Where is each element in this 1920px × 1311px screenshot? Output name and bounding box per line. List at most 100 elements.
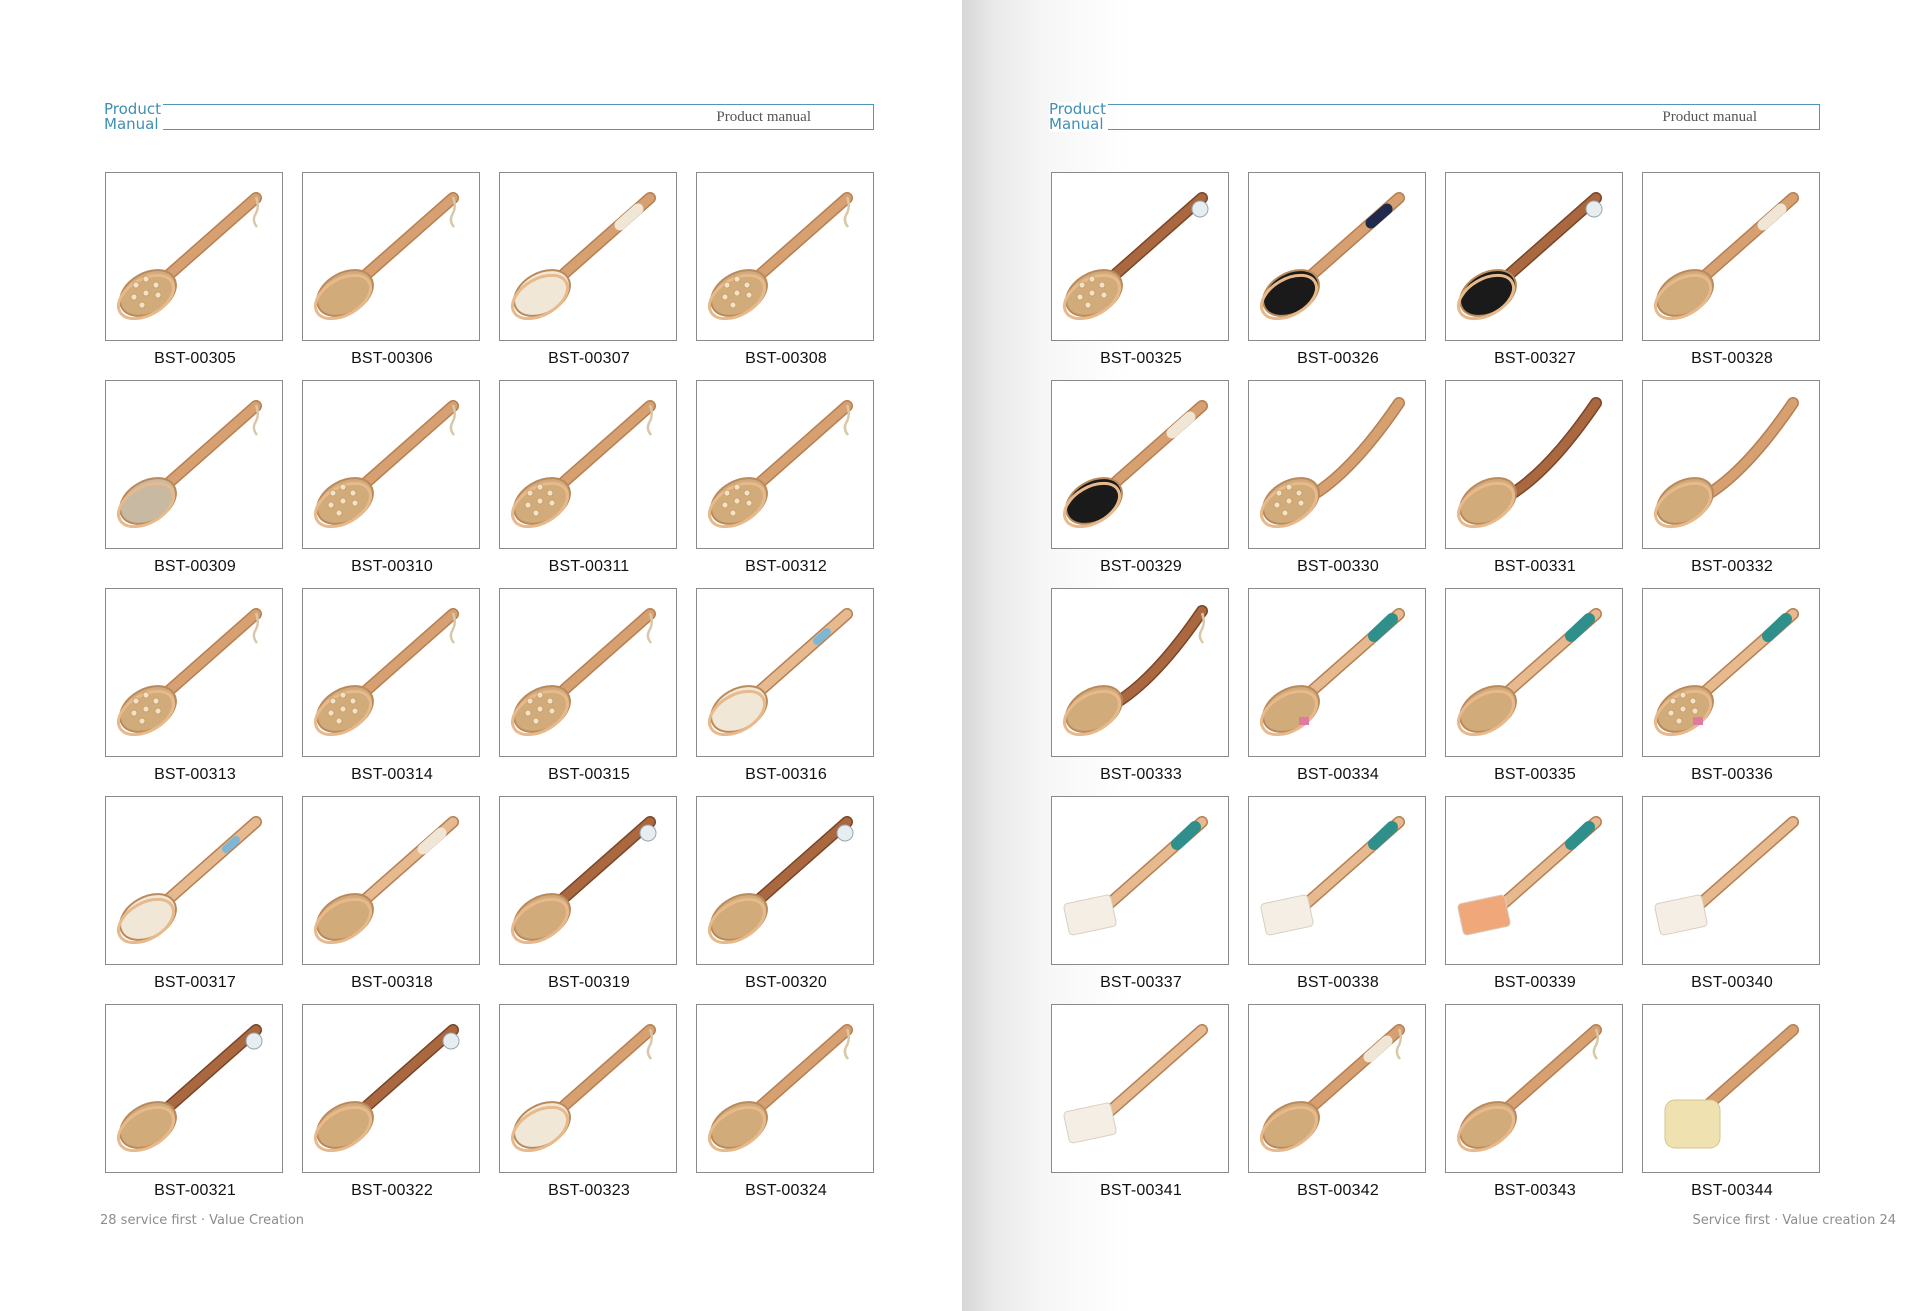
bath-brush-image bbox=[314, 816, 459, 945]
bath-brush-image bbox=[1063, 192, 1209, 321]
bath-brush-image bbox=[117, 1024, 263, 1153]
product-card: BST-00310 bbox=[302, 380, 482, 588]
product-code: BST-00315 bbox=[548, 766, 630, 783]
product-code: BST-00335 bbox=[1494, 766, 1576, 783]
product-photo bbox=[1642, 172, 1820, 341]
product-code: BST-00311 bbox=[548, 558, 630, 575]
product-photo bbox=[1642, 1004, 1820, 1173]
product-photo bbox=[1445, 380, 1623, 549]
product-photo bbox=[302, 796, 480, 965]
product-code: BST-00307 bbox=[548, 350, 630, 367]
bath-brush-image bbox=[708, 816, 854, 945]
product-photo bbox=[1642, 796, 1820, 965]
product-code: BST-00325 bbox=[1100, 350, 1182, 367]
bath-brush-image bbox=[1063, 400, 1208, 529]
bath-brush-image bbox=[117, 192, 262, 321]
product-photo bbox=[1051, 588, 1229, 757]
product-card: BST-00322 bbox=[302, 1004, 482, 1212]
bath-brush-image bbox=[314, 192, 459, 321]
header-manual-label: Product manual bbox=[716, 109, 811, 125]
product-photo bbox=[1445, 588, 1623, 757]
product-card: BST-00307 bbox=[499, 172, 679, 380]
product-photo bbox=[696, 1004, 874, 1173]
product-card: BST-00337 bbox=[1051, 796, 1231, 1004]
product-photo bbox=[696, 588, 874, 757]
page-footer: Service first · Value creation 24 bbox=[1692, 1213, 1896, 1228]
product-card: BST-00328 bbox=[1642, 172, 1822, 380]
product-card: BST-00343 bbox=[1445, 1004, 1625, 1212]
product-code: BST-00312 bbox=[745, 558, 827, 575]
product-code: BST-00313 bbox=[154, 766, 236, 783]
bath-brush-image bbox=[117, 816, 262, 945]
product-card: BST-00334 bbox=[1248, 588, 1428, 796]
product-code: BST-00321 bbox=[154, 1182, 236, 1199]
product-code: BST-00338 bbox=[1297, 974, 1379, 991]
product-photo bbox=[499, 1004, 677, 1173]
bath-brush-image bbox=[1063, 605, 1208, 737]
product-photo bbox=[302, 1004, 480, 1173]
bath-brush-image bbox=[117, 608, 262, 737]
product-card: BST-00321 bbox=[105, 1004, 285, 1212]
product-photo bbox=[499, 172, 677, 341]
product-code: BST-00336 bbox=[1691, 766, 1773, 783]
product-code: BST-00322 bbox=[351, 1182, 433, 1199]
product-photo bbox=[696, 172, 874, 341]
product-photo bbox=[1051, 380, 1229, 549]
product-photo bbox=[302, 588, 480, 757]
product-card: BST-00331 bbox=[1445, 380, 1625, 588]
product-card: BST-00340 bbox=[1642, 796, 1822, 1004]
product-photo bbox=[499, 588, 677, 757]
product-card: BST-00338 bbox=[1248, 796, 1428, 1004]
product-card: BST-00305 bbox=[105, 172, 285, 380]
product-card: BST-00344 bbox=[1642, 1004, 1822, 1212]
product-photo bbox=[105, 380, 283, 549]
bath-brush-image bbox=[511, 1024, 656, 1153]
product-photo bbox=[1248, 380, 1426, 549]
product-code: BST-00337 bbox=[1100, 974, 1182, 991]
bath-brush-image bbox=[1654, 397, 1799, 529]
product-photo bbox=[696, 380, 874, 549]
header-manual-label: Product manual bbox=[1662, 109, 1757, 125]
product-photo bbox=[499, 796, 677, 965]
product-card: BST-00333 bbox=[1051, 588, 1231, 796]
product-card: BST-00339 bbox=[1445, 796, 1625, 1004]
bath-brush-image bbox=[708, 400, 853, 529]
header-title-line-2: Manual bbox=[1049, 115, 1104, 133]
product-card: BST-00341 bbox=[1051, 1004, 1231, 1212]
right-page: Product Manual Product manual BST-00325 B… bbox=[962, 0, 1920, 1311]
product-card: BST-00336 bbox=[1642, 588, 1822, 796]
bath-brush-image bbox=[1260, 608, 1405, 737]
product-card: BST-00306 bbox=[302, 172, 482, 380]
product-code: BST-00330 bbox=[1297, 558, 1379, 575]
product-card: BST-00314 bbox=[302, 588, 482, 796]
page-footer: 28 service first · Value Creation bbox=[100, 1213, 305, 1228]
product-card: BST-00342 bbox=[1248, 1004, 1428, 1212]
product-code: BST-00310 bbox=[351, 558, 433, 575]
product-code: BST-00316 bbox=[745, 766, 827, 783]
product-photo bbox=[1051, 1004, 1229, 1173]
product-card: BST-00318 bbox=[302, 796, 482, 1004]
header-section-title: Product Manual bbox=[104, 102, 163, 132]
product-code: BST-00341 bbox=[1100, 1182, 1182, 1199]
product-grid-right: BST-00325 BST-00326 BST-00327 BST-00328 BST-… bbox=[1051, 172, 1822, 1212]
bath-brush-image bbox=[1664, 1024, 1799, 1149]
header-title-line-2: Manual bbox=[104, 115, 159, 133]
product-code: BST-00331 bbox=[1494, 558, 1576, 575]
product-photo bbox=[1051, 796, 1229, 965]
product-card: BST-00330 bbox=[1248, 380, 1428, 588]
bath-brush-image bbox=[117, 400, 262, 529]
bath-brush-image bbox=[1260, 1024, 1405, 1153]
product-code: BST-00305 bbox=[154, 350, 236, 367]
product-photo bbox=[1248, 172, 1426, 341]
product-photo bbox=[1248, 796, 1426, 965]
product-code: BST-00319 bbox=[548, 974, 630, 991]
product-photo bbox=[1248, 1004, 1426, 1173]
bath-brush-image bbox=[708, 192, 853, 321]
bath-brush-image bbox=[708, 1024, 853, 1153]
product-card: BST-00320 bbox=[696, 796, 876, 1004]
product-card: BST-00329 bbox=[1051, 380, 1231, 588]
product-photo bbox=[499, 380, 677, 549]
product-card: BST-00319 bbox=[499, 796, 679, 1004]
product-card: BST-00332 bbox=[1642, 380, 1822, 588]
bath-brush-image bbox=[511, 192, 656, 321]
